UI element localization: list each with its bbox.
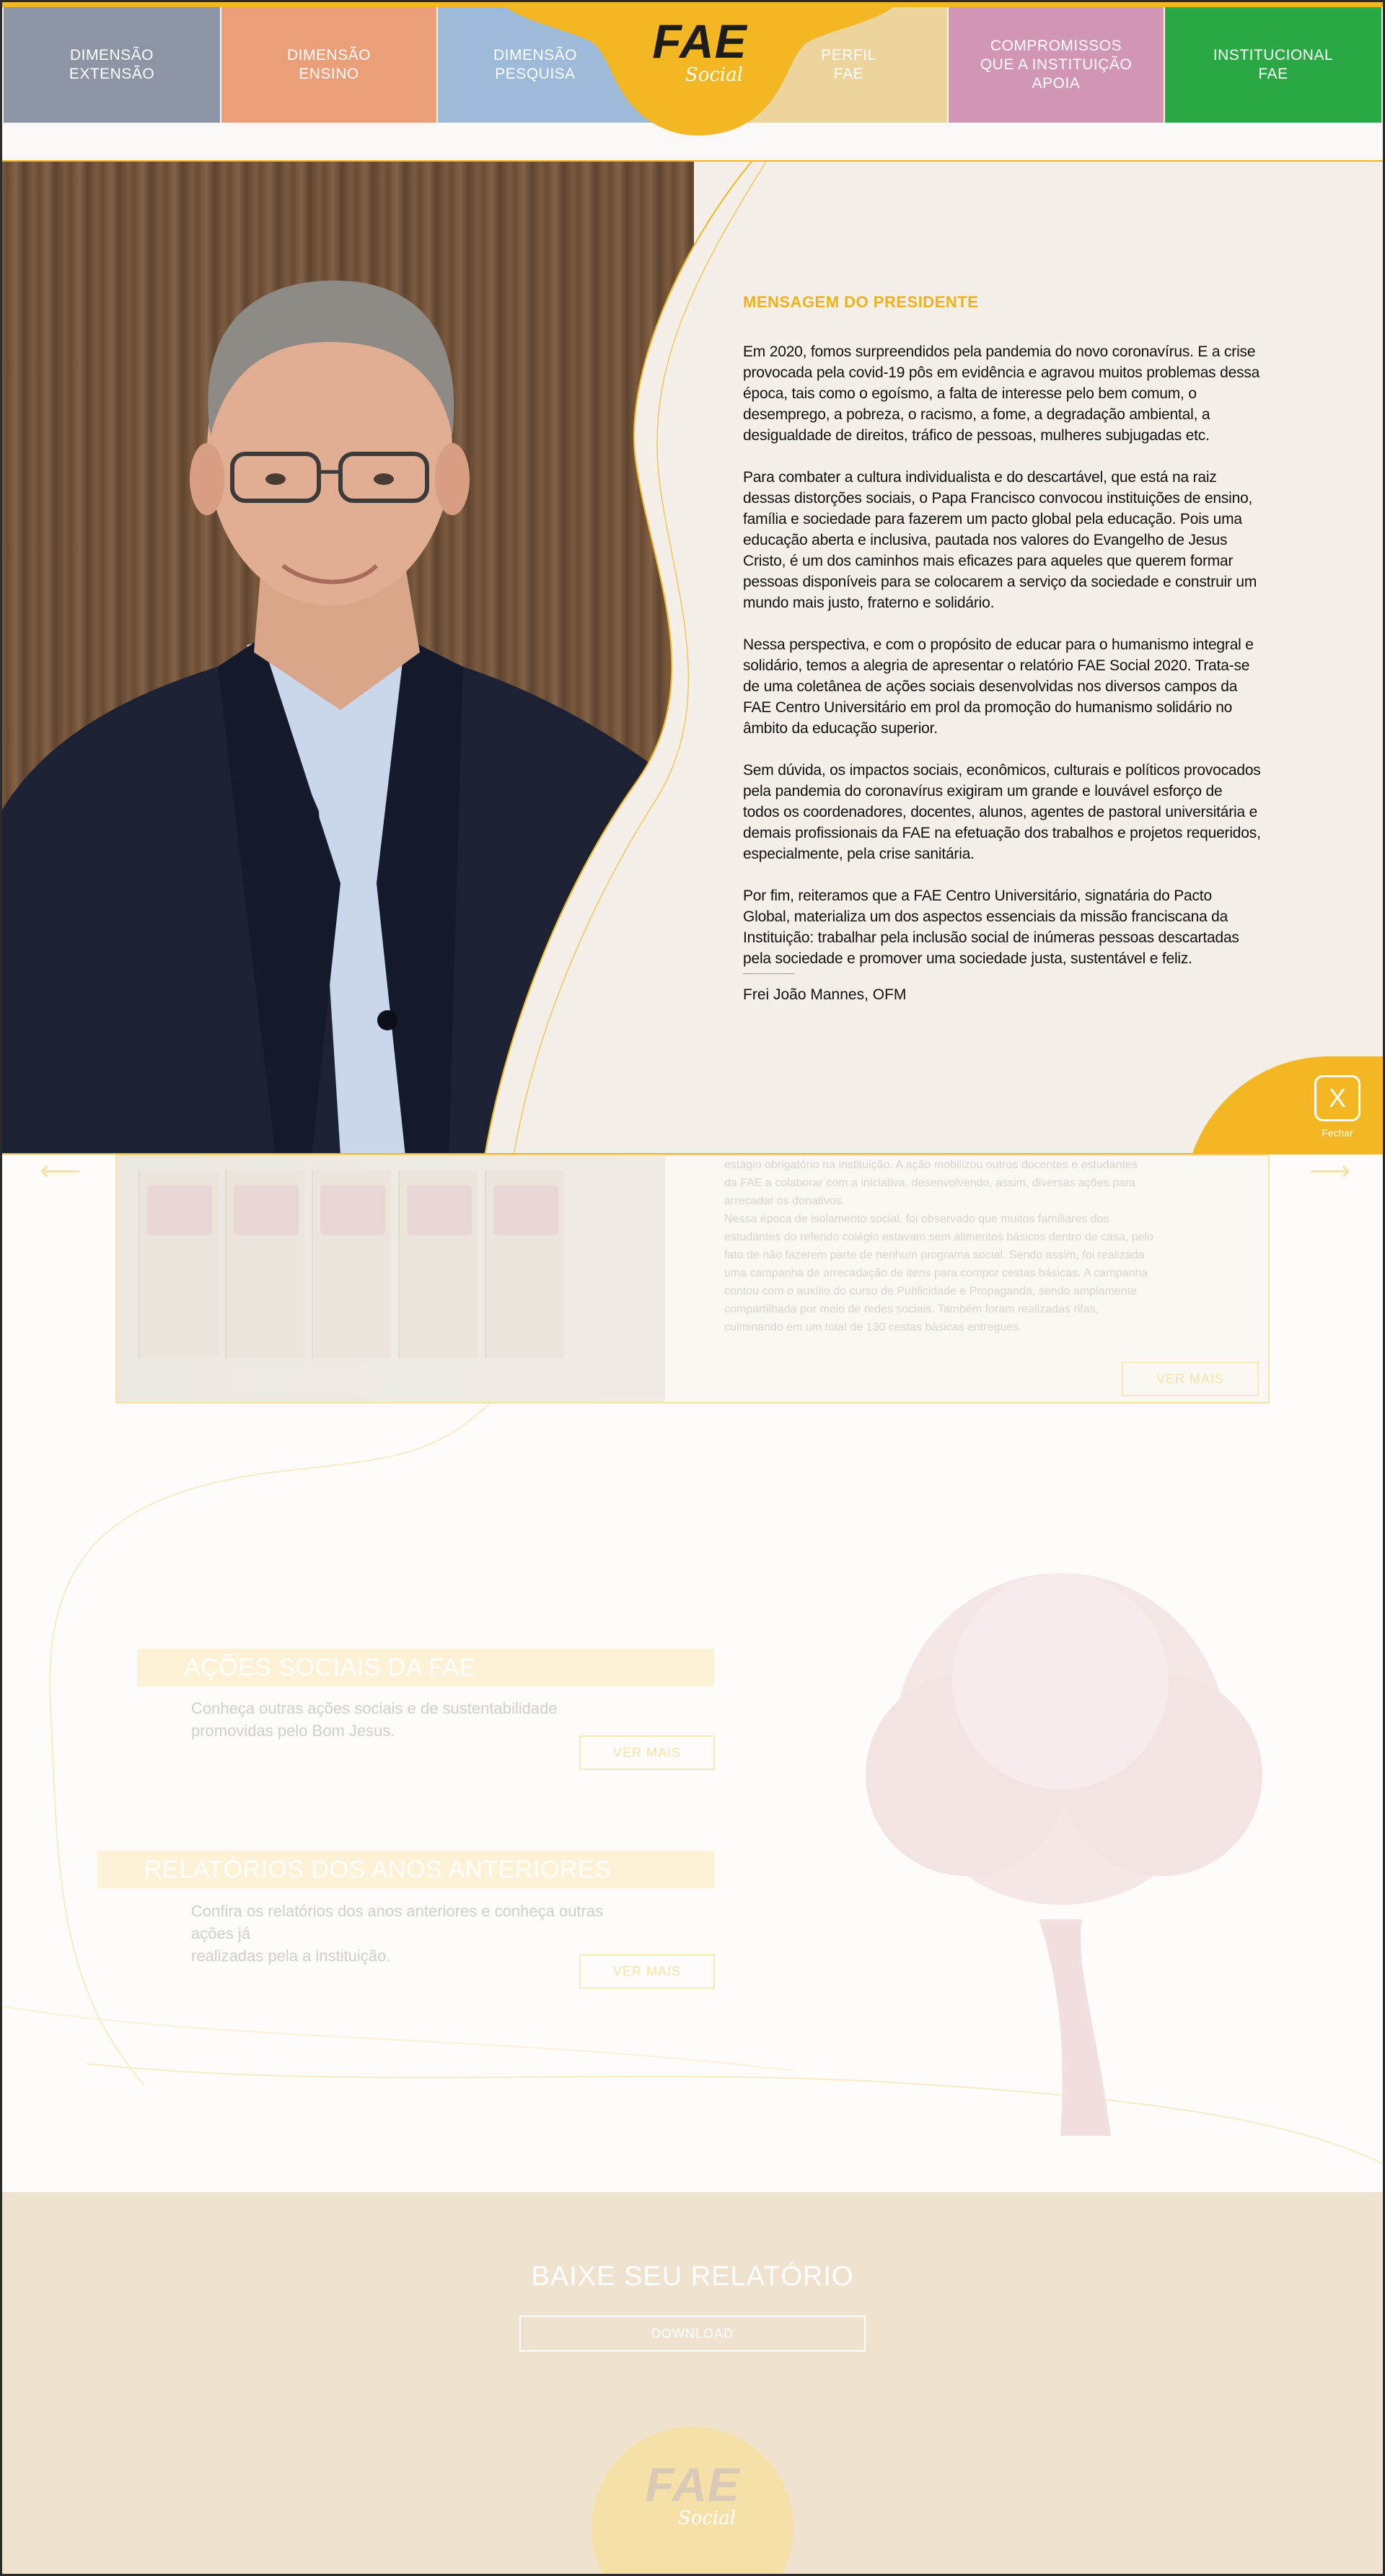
acoes-sociais-heading: AÇÕES SOCIAIS DA FAE <box>137 1649 714 1686</box>
acoes-ver-mais-button[interactable]: VER MAIS <box>579 1735 715 1770</box>
nav-label: COMPROMISSOS QUE A INSTITUIÇÃO APOIA <box>980 38 1133 92</box>
carousel-text: estágio obrigatório na instituição. A aç… <box>724 1159 1154 1333</box>
nav-label: INSTITUCIONAL FAE <box>1213 47 1334 82</box>
logo-main: FAE <box>652 14 747 68</box>
close-label: Fechar <box>1322 1127 1353 1139</box>
nav-label: DIMENSÃO ENSINO <box>286 47 371 82</box>
carousel-photo <box>117 1156 665 1402</box>
footer-logo-sub: Social <box>677 2507 737 2529</box>
footer-logo-main: FAE <box>645 2458 740 2511</box>
nav-label: DIMENSÃO EXTENSÃO <box>69 47 155 82</box>
nav-compromissos[interactable]: COMPROMISSOS QUE A INSTITUIÇÃO APOIA <box>949 7 1164 123</box>
download-button[interactable]: DOWNLOAD <box>519 2316 866 2352</box>
relatorios-ver-mais-button[interactable]: VER MAIS <box>579 1954 715 1989</box>
box-items <box>147 1185 212 1235</box>
president-message-modal: MENSAGEM DO PRESIDENTE Em 2020, fomos su… <box>0 160 1385 1155</box>
nav-institucional-fae[interactable]: INSTITUCIONAL FAE <box>1165 7 1381 123</box>
tree-illustration <box>866 1573 1262 2136</box>
relatorios-heading: RELATÓRIOS DOS ANOS ANTERIORES <box>97 1851 714 1888</box>
message-paragraph: Sem dúvida, os impactos sociais, econômi… <box>743 762 1261 862</box>
background-content: estágio obrigatório na instituição. A aç… <box>0 1155 1385 2194</box>
donation-box <box>225 1170 304 1358</box>
modal-content: MENSAGEM DO PRESIDENTE Em 2020, fomos su… <box>743 292 1262 1005</box>
logo-sub: Social <box>685 64 744 86</box>
logo-text: FAE Social <box>635 17 765 85</box>
carousel-ver-mais-button[interactable]: VER MAIS <box>1122 1362 1259 1396</box>
carousel-card: estágio obrigatório na instituição. A aç… <box>115 1155 1270 1403</box>
message-paragraph: Em 2020, fomos surpreendidos pela pandem… <box>743 343 1260 444</box>
box-items <box>234 1185 299 1235</box>
signature-divider <box>743 973 795 974</box>
carousel-prev-arrow[interactable]: ⟵ <box>40 1155 81 1188</box>
footer-logo: FAE Social <box>628 2461 757 2528</box>
download-section: BAIXE SEU RELATÓRIO DOWNLOAD FAE Social <box>0 2192 1385 2576</box>
box-items <box>493 1185 558 1235</box>
acoes-sociais-text: Conheça outras ações sociais e de susten… <box>191 1699 558 1740</box>
box-items <box>407 1185 472 1235</box>
carousel-next-arrow[interactable]: ⟶ <box>1309 1155 1350 1188</box>
donation-box <box>485 1170 564 1358</box>
modal-title: MENSAGEM DO PRESIDENTE <box>743 293 979 311</box>
donation-box <box>398 1170 478 1358</box>
message-paragraph: Nessa perspectiva, e com o propósito de … <box>743 636 1254 737</box>
relatorios-text: Confira os relatórios dos anos anteriore… <box>191 1902 604 1965</box>
close-button[interactable]: X <box>1314 1075 1360 1121</box>
carousel-description: estágio obrigatório na instituição. A aç… <box>724 1156 1229 1336</box>
donation-box <box>138 1170 218 1358</box>
fae-social-logo[interactable]: FAE Social <box>498 0 902 139</box>
box-items <box>320 1185 385 1235</box>
nav-dimensao-extensao[interactable]: DIMENSÃO EXTENSÃO <box>4 7 220 123</box>
message-paragraph: Por fim, reiteramos que a FAE Centro Uni… <box>743 888 1239 967</box>
top-navigation: DIMENSÃO EXTENSÃO DIMENSÃO ENSINO DIMENS… <box>0 0 1385 160</box>
nav-dimensao-ensino[interactable]: DIMENSÃO ENSINO <box>221 7 436 123</box>
donation-box <box>312 1170 391 1358</box>
message-paragraph: Para combater a cultura individualista e… <box>743 469 1257 611</box>
signature: Frei João Mannes, OFM <box>743 986 907 1003</box>
download-title: BAIXE SEU RELATÓRIO <box>531 2261 854 2292</box>
